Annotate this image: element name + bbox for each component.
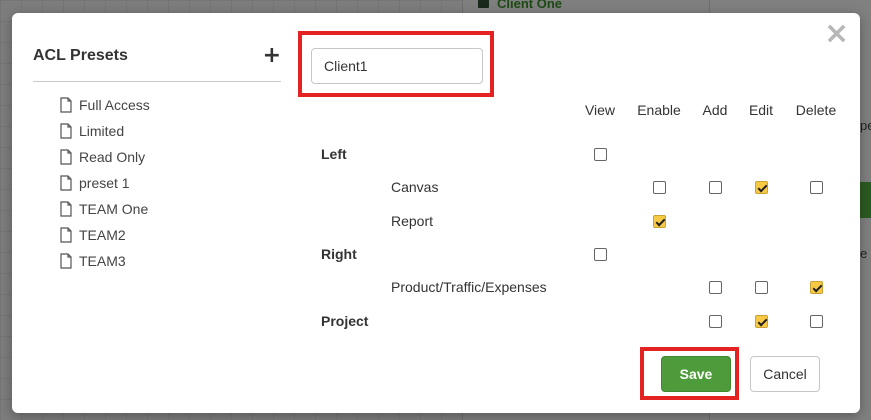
background-text-fragment: e bbox=[860, 246, 868, 261]
file-icon bbox=[60, 227, 72, 243]
file-icon bbox=[60, 201, 72, 217]
preset-label: Limited bbox=[79, 123, 125, 139]
checkbox-enable[interactable] bbox=[653, 181, 666, 194]
file-icon bbox=[60, 253, 72, 269]
preset-item[interactable]: TEAM One bbox=[59, 196, 281, 222]
file-icon bbox=[60, 175, 72, 191]
checkbox-delete[interactable] bbox=[810, 281, 823, 294]
plus-icon[interactable]: + bbox=[263, 45, 281, 67]
file-icon bbox=[60, 97, 72, 113]
checkbox-enable[interactable] bbox=[653, 215, 666, 228]
preset-label: Full Access bbox=[79, 97, 150, 113]
preset-item[interactable]: Read Only bbox=[59, 144, 281, 170]
acl-presets-panel: ACL Presets + Full Access Limited Read Onl… bbox=[33, 45, 281, 274]
preset-label: Read Only bbox=[79, 149, 146, 165]
acl-presets-header: ACL Presets + bbox=[33, 45, 281, 82]
permission-row-label: Report bbox=[391, 213, 434, 229]
cancel-button[interactable]: Cancel bbox=[750, 356, 820, 392]
acl-preset-modal: × ACL Presets + Full Access Limited Read O… bbox=[12, 13, 860, 413]
preset-item[interactable]: Full Access bbox=[59, 92, 281, 118]
acl-presets-title: ACL Presets bbox=[33, 47, 128, 64]
permission-row-label: Canvas bbox=[391, 179, 439, 195]
preset-list: Full Access Limited Read Only preset 1 TEAM … bbox=[33, 92, 281, 274]
file-icon bbox=[60, 149, 72, 165]
preset-item[interactable]: preset 1 bbox=[59, 170, 281, 196]
permission-row-label: Product/Traffic/Expenses bbox=[391, 279, 547, 295]
background-text-fragment: pe bbox=[860, 118, 871, 133]
column-header-edit: Edit bbox=[748, 102, 774, 118]
permission-row-label: Project bbox=[321, 313, 369, 329]
background-client-item: Client One bbox=[478, 0, 562, 11]
folder-icon bbox=[478, 0, 489, 8]
preset-label: TEAM2 bbox=[79, 227, 126, 243]
checkbox-add[interactable] bbox=[709, 181, 722, 194]
checkbox-edit[interactable] bbox=[755, 181, 768, 194]
preset-label: TEAM3 bbox=[79, 253, 126, 269]
checkbox-view[interactable] bbox=[594, 148, 607, 161]
permission-row-label: Right bbox=[321, 246, 357, 262]
close-icon[interactable]: × bbox=[824, 19, 849, 49]
preset-item[interactable]: TEAM2 bbox=[59, 222, 281, 248]
preset-item[interactable]: TEAM3 bbox=[59, 248, 281, 274]
preset-label: TEAM One bbox=[79, 201, 149, 217]
save-button[interactable]: Save bbox=[661, 356, 731, 392]
preset-item[interactable]: Limited bbox=[59, 118, 281, 144]
checkbox-add[interactable] bbox=[709, 281, 722, 294]
preset-label: preset 1 bbox=[79, 175, 130, 191]
background-client-label: Client One bbox=[497, 0, 563, 11]
checkbox-delete[interactable] bbox=[810, 181, 823, 194]
checkbox-add[interactable] bbox=[709, 315, 722, 328]
checkbox-delete[interactable] bbox=[810, 315, 823, 328]
column-header-delete: Delete bbox=[795, 102, 837, 118]
checkbox-edit[interactable] bbox=[755, 281, 768, 294]
column-header-view: View bbox=[584, 102, 616, 118]
file-icon bbox=[60, 123, 72, 139]
column-header-enable: Enable bbox=[637, 102, 681, 118]
preset-name-input[interactable] bbox=[311, 48, 483, 84]
permission-row-label: Left bbox=[321, 146, 347, 162]
checkbox-edit[interactable] bbox=[755, 315, 768, 328]
checkbox-view[interactable] bbox=[594, 248, 607, 261]
